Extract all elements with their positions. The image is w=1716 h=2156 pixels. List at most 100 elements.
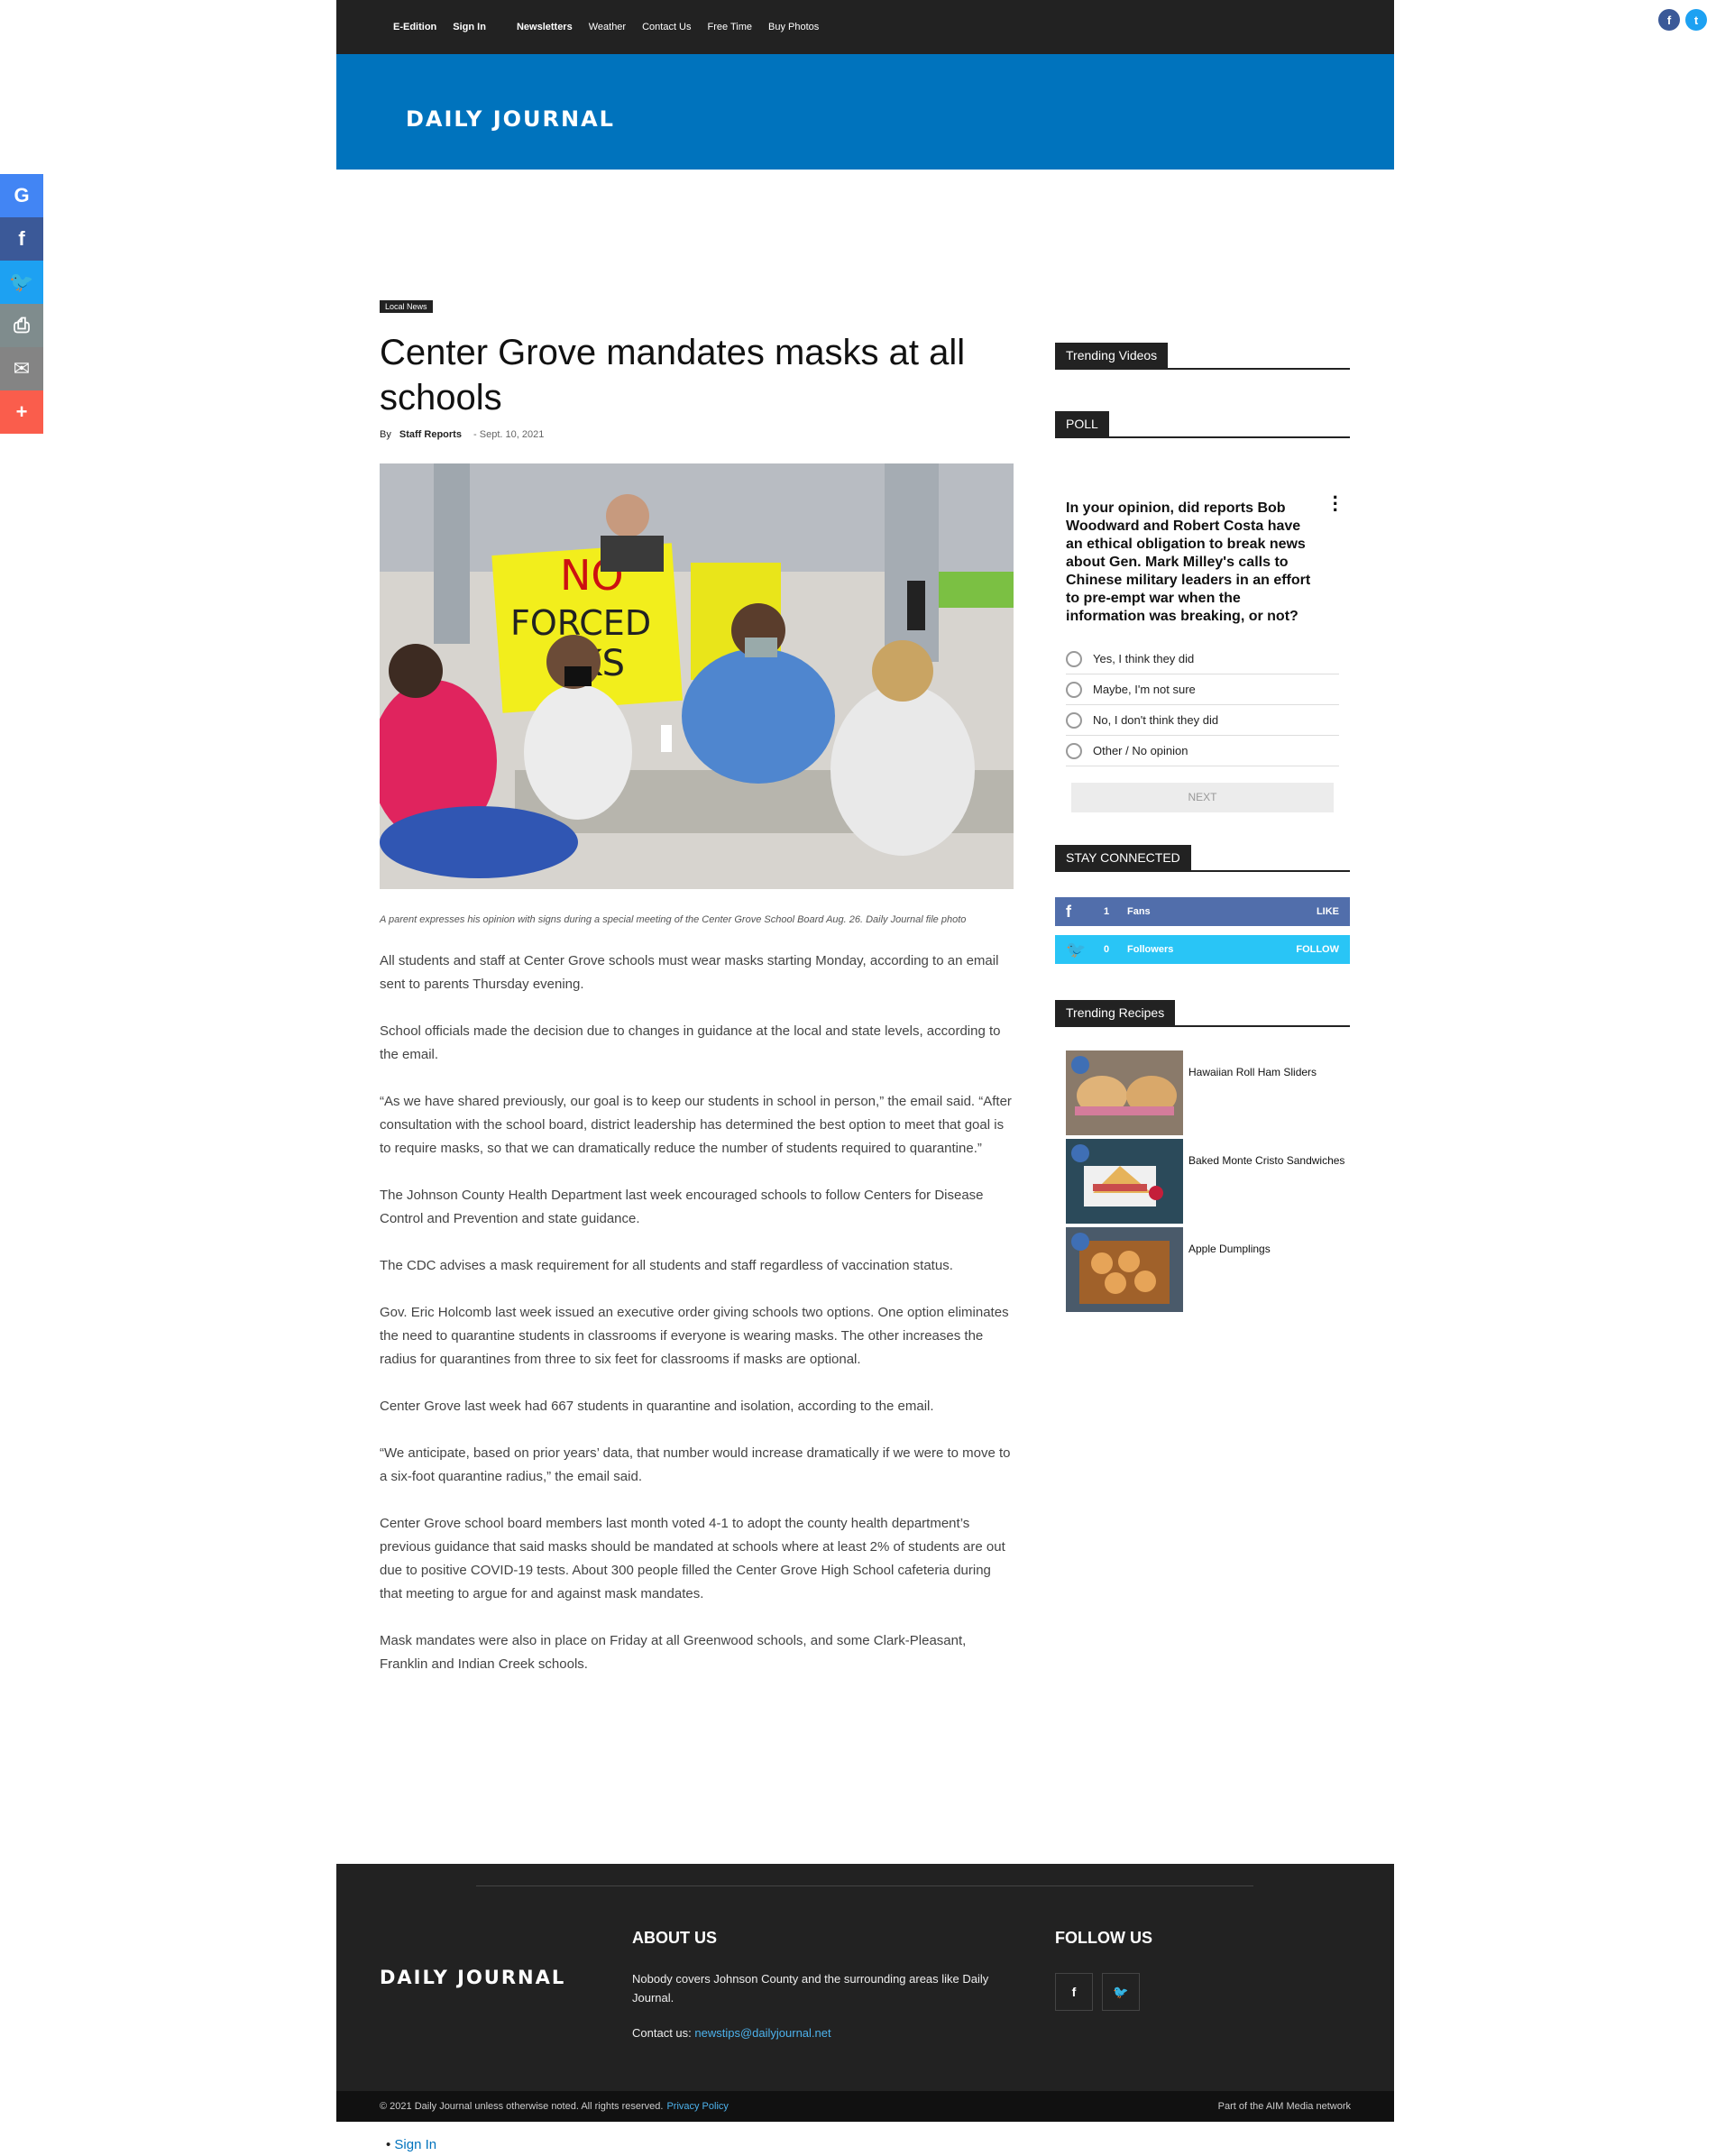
facebook-icon[interactable]: f — [1055, 1973, 1093, 2011]
article-paragraph: All students and staff at Center Grove s… — [380, 953, 999, 992]
google-share-button[interactable]: G — [0, 174, 43, 217]
share-bar: G f 🐦 ⎙ ✉ + — [0, 174, 43, 434]
footer: DAILY JOURNAL ABOUT US Nobody covers Joh… — [336, 1864, 1394, 2091]
hero-image: NO FORCED SKS — [380, 463, 1014, 889]
article-paragraph: “We anticipate, based on prior years’ da… — [380, 1445, 1011, 1484]
twitter-follow-counter[interactable]: 🐦 0 Followers FOLLOW — [1055, 935, 1350, 964]
nav-newsletters[interactable]: Newsletters — [517, 22, 573, 32]
top-social-links: f t — [1658, 9, 1707, 31]
recipe-item[interactable]: Baked Monte Cristo Sandwiches — [1055, 1139, 1350, 1224]
poll-next-button[interactable]: NEXT — [1071, 783, 1334, 812]
contact-line: Contact us: newstips@dailyjournal.net — [632, 2026, 831, 2040]
like-button[interactable]: LIKE — [1317, 906, 1339, 917]
nav-contact-us[interactable]: Contact Us — [642, 22, 691, 32]
more-vertical-icon[interactable]: · · · — [1333, 488, 1339, 520]
brand-header: DAILY JOURNAL — [336, 54, 1394, 170]
poll-option[interactable]: No, I don't think they did — [1066, 705, 1339, 736]
contact-email-link[interactable]: newstips@dailyjournal.net — [694, 2026, 830, 2040]
site-logo[interactable]: DAILY JOURNAL — [406, 106, 615, 132]
facebook-icon[interactable]: f — [1658, 9, 1680, 31]
radio-icon — [1066, 681, 1082, 698]
follow-us-title: FOLLOW US — [1055, 1929, 1152, 1947]
sidebar: Trending Videos POLL · · · In your opinion… — [1055, 343, 1350, 1316]
byline-by: By — [380, 429, 391, 440]
print-icon: ⎙ — [14, 314, 30, 336]
nav-free-time[interactable]: Free Time — [708, 22, 753, 32]
radio-icon — [1066, 650, 1082, 667]
article-paragraph: Center Grove last week had 667 students … — [380, 1399, 934, 1414]
facebook-icon: f — [18, 227, 25, 250]
sign-in-link[interactable]: Sign In — [394, 2137, 436, 2152]
recipe-item[interactable]: Apple Dumplings — [1055, 1227, 1350, 1312]
image-caption: A parent expresses his opinion with sign… — [380, 914, 967, 925]
trending-recipes-header: Trending Recipes — [1055, 1000, 1350, 1027]
stay-connected-header: STAY CONNECTED — [1055, 845, 1350, 872]
radio-icon — [1066, 742, 1082, 759]
radio-icon — [1066, 711, 1082, 729]
followers-count: 0 — [1104, 944, 1110, 955]
facebook-share-button[interactable]: f — [0, 217, 43, 261]
nav-sign-in[interactable]: Sign In — [453, 22, 486, 32]
poll-widget: · · · In your opinion, did reports Bob Woo… — [1055, 438, 1350, 812]
email-icon: ✉ — [13, 357, 31, 380]
article-paragraph: “As we have shared previously, our goal … — [380, 1094, 1012, 1156]
twitter-share-button[interactable]: 🐦 — [0, 261, 43, 304]
category-badge[interactable]: Local News — [380, 300, 433, 313]
google-icon: G — [14, 184, 30, 206]
article-paragraph: Mask mandates were also in place on Frid… — [380, 1633, 967, 1672]
privacy-policy-link[interactable]: Privacy Policy — [666, 2101, 728, 2112]
recipe-thumbnail[interactable] — [1066, 1139, 1183, 1224]
footer-divider — [476, 1885, 1253, 1886]
poll-option[interactable]: Other / No opinion — [1066, 736, 1339, 766]
fans-count: 1 — [1104, 906, 1110, 917]
about-us-section: ABOUT US Nobody covers Johnson County an… — [632, 1929, 1011, 2059]
bottom-sign-in: • Sign In — [386, 2137, 437, 2152]
fans-label: Fans — [1127, 906, 1151, 917]
top-nav-bar: E-Edition Sign In Newsletters Weather Co… — [336, 0, 1394, 54]
recipe-title[interactable]: Apple Dumplings — [1188, 1243, 1271, 1255]
recipe-thumbnail[interactable] — [1066, 1227, 1183, 1312]
recipe-item[interactable]: Hawaiian Roll Ham Sliders — [1055, 1050, 1350, 1135]
poll-header: POLL — [1055, 411, 1350, 438]
network-text: Part of the AIM Media network — [1217, 2101, 1351, 2112]
twitter-icon[interactable]: 🐦 — [1102, 1973, 1140, 2011]
email-share-button[interactable]: ✉ — [0, 347, 43, 390]
trending-videos-header: Trending Videos — [1055, 343, 1350, 370]
poll-option[interactable]: Yes, I think they did — [1066, 644, 1339, 674]
poll-option[interactable]: Maybe, I'm not sure — [1066, 674, 1339, 705]
twitter-icon: 🐦 — [1066, 940, 1087, 959]
twitter-icon: 🐦 — [9, 271, 34, 293]
more-share-button[interactable]: + — [0, 390, 43, 434]
article-paragraph: Center Grove school board members last m… — [380, 1516, 1005, 1601]
article-body: All students and staff at Center Grove s… — [380, 950, 1014, 1676]
article-title: Center Grove mandates masks at all schoo… — [380, 333, 966, 417]
sub-footer: © 2021 Daily Journal unless otherwise no… — [336, 2091, 1394, 2122]
poll-question: In your opinion, did reports Bob Woodwar… — [1066, 500, 1311, 624]
recipe-title[interactable]: Hawaiian Roll Ham Sliders — [1188, 1066, 1317, 1078]
publish-date: - Sept. 10, 2021 — [473, 429, 545, 440]
copyright-text: © 2021 Daily Journal unless otherwise no… — [380, 2101, 664, 2112]
article-paragraph: The CDC advises a mask requirement for a… — [380, 1258, 953, 1273]
recipe-thumbnail[interactable] — [1066, 1050, 1183, 1135]
article-paragraph: Gov. Eric Holcomb last week issued an ex… — [380, 1305, 1009, 1367]
nav-e-edition[interactable]: E-Edition — [393, 22, 436, 32]
byline: By Staff Reports - Sept. 10, 2021 — [380, 429, 1014, 440]
follow-us-section: FOLLOW US f 🐦 — [1055, 1929, 1152, 2011]
twitter-icon[interactable]: t — [1685, 9, 1707, 31]
recipe-title[interactable]: Baked Monte Cristo Sandwiches — [1188, 1154, 1344, 1167]
follow-button[interactable]: FOLLOW — [1296, 944, 1339, 955]
nav-buy-photos[interactable]: Buy Photos — [768, 22, 819, 32]
article-paragraph: The Johnson County Health Department las… — [380, 1188, 984, 1226]
print-share-button[interactable]: ⎙ — [0, 304, 43, 347]
followers-label: Followers — [1127, 944, 1174, 955]
author-link[interactable]: Staff Reports — [399, 429, 462, 440]
about-us-title: ABOUT US — [632, 1929, 717, 1947]
article-paragraph: School officials made the decision due t… — [380, 1023, 1001, 1062]
facebook-follow-counter[interactable]: f 1 Fans LIKE — [1055, 897, 1350, 926]
about-us-text: Nobody covers Johnson County and the sur… — [632, 1972, 989, 2005]
facebook-icon: f — [1066, 902, 1071, 921]
article: Local News Center Grove mandates masks a… — [380, 298, 1014, 1700]
plus-icon: + — [15, 400, 28, 423]
nav-weather[interactable]: Weather — [589, 22, 626, 32]
footer-logo[interactable]: DAILY JOURNAL — [380, 1967, 565, 1988]
